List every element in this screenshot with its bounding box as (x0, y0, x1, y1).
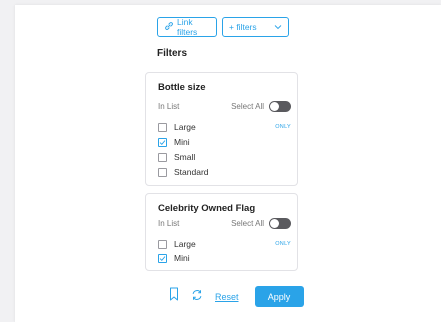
add-filters-dropdown[interactable]: + filters (222, 17, 289, 37)
option-label: Small (174, 152, 196, 162)
group-title: Celebrity Owned Flag (158, 203, 256, 214)
checkbox[interactable] (158, 152, 167, 162)
only-link[interactable]: ONLY (275, 124, 291, 130)
only-link[interactable]: ONLY (275, 241, 291, 247)
select-all-control: Select All (231, 218, 291, 229)
checkbox[interactable] (158, 137, 167, 147)
reset-link[interactable]: Reset (215, 292, 239, 302)
checkbox[interactable] (158, 253, 167, 263)
option-large[interactable]: Large ONLY (158, 238, 291, 250)
bookmark-icon[interactable] (169, 287, 179, 306)
group-title: Bottle size (158, 82, 206, 93)
option-label: Standard (174, 167, 209, 177)
select-all-control: Select All (231, 101, 291, 112)
in-list-label: In List (158, 219, 180, 228)
filter-group-celebrity-owned-flag: Celebrity Owned Flag In List Select All … (145, 193, 298, 271)
option-standard[interactable]: Standard (158, 166, 291, 178)
option-small[interactable]: Small (158, 151, 291, 163)
checkbox[interactable] (158, 122, 167, 132)
select-all-toggle[interactable] (269, 218, 291, 229)
apply-button[interactable]: Apply (254, 286, 304, 307)
option-large[interactable]: Large ONLY (158, 121, 291, 133)
checkbox[interactable] (158, 167, 167, 177)
in-list-label: In List (158, 102, 180, 111)
option-mini[interactable]: Mini (158, 252, 291, 264)
group-meta-row: In List Select All (158, 101, 291, 112)
refresh-icon[interactable] (191, 288, 203, 306)
filter-toolbar: Link filters + filters (157, 17, 289, 37)
option-label: Mini (174, 137, 190, 147)
link-icon (164, 21, 174, 33)
group-meta-row: In List Select All (158, 218, 291, 229)
select-all-label: Select All (231, 102, 264, 111)
option-label: Large (174, 239, 196, 249)
checkbox[interactable] (158, 239, 167, 249)
select-all-toggle[interactable] (269, 101, 291, 112)
option-mini[interactable]: Mini (158, 136, 291, 148)
option-label: Mini (174, 253, 190, 263)
filters-heading: Filters (157, 48, 188, 59)
add-filters-label: + filters (229, 22, 257, 32)
chevron-down-icon (274, 22, 282, 32)
filter-footer: Reset Apply (169, 286, 304, 307)
link-filters-label: Link filters (177, 17, 198, 37)
filter-group-bottle-size: Bottle size In List Select All Large ONL… (145, 72, 298, 186)
select-all-label: Select All (231, 219, 264, 228)
link-filters-button[interactable]: Link filters (157, 17, 217, 37)
option-label: Large (174, 122, 196, 132)
